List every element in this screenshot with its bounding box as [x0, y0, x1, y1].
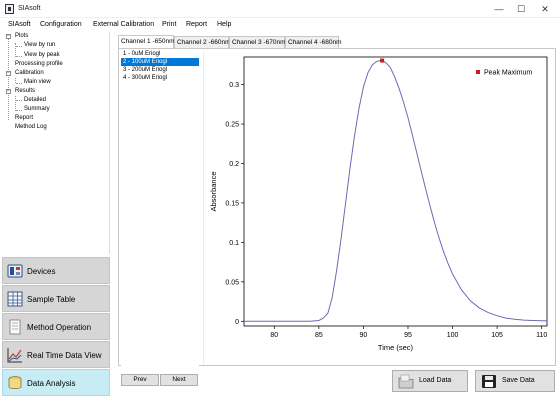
- table-icon: [7, 291, 23, 307]
- tree-item-view-by-peak[interactable]: View by peak: [24, 52, 60, 58]
- prev-button[interactable]: Prev: [121, 374, 159, 386]
- window-title: SIAsoft: [18, 5, 41, 12]
- title-bar: SIAsoft — ☐ ✕: [0, 0, 560, 18]
- sample-list-item[interactable]: 3 - 200uM Eriogl: [121, 66, 199, 74]
- navigation-tree: − Plots View by run View by peak Process…: [2, 32, 110, 254]
- tree-item-results[interactable]: Results: [15, 88, 35, 94]
- tree-connector: [16, 46, 22, 47]
- y-tick-label: 0.1: [229, 240, 239, 247]
- peak-maximum-marker: [380, 58, 385, 63]
- y-tick-label: 0.3: [229, 82, 239, 89]
- app-logo-icon: [5, 4, 14, 14]
- chart-ticks: 80 85 90 95 100 105 110 0 0.05 0.1 0.15 0.2 0.25 0.3: [225, 82, 547, 339]
- nav-method-operation-label: Method Operation: [27, 323, 92, 332]
- sample-list-item[interactable]: 2 - 100uM Eriogl: [121, 58, 199, 66]
- x-tick-label: 85: [315, 332, 323, 339]
- close-button[interactable]: ✕: [534, 2, 556, 16]
- save-disk-icon: [482, 375, 496, 388]
- bottom-toolbar: Prev Next Load Data Save Data: [114, 366, 560, 400]
- tree-connector: [16, 56, 22, 57]
- tree-item-plots[interactable]: Plots: [15, 33, 28, 39]
- tree-item-processing-profile[interactable]: Processing profile: [15, 61, 63, 67]
- menu-bar: SIAsoft Configuration External Calibrati…: [0, 18, 560, 32]
- sample-list-item[interactable]: 4 - 300uM Eriogl: [121, 74, 199, 82]
- menu-external-calibration[interactable]: External Calibration: [93, 21, 154, 28]
- sample-list[interactable]: 1 - 0uM Eriogl 2 - 100uM Eriogl 3 - 200u…: [121, 50, 199, 366]
- legend-peak-label: Peak Maximum: [484, 70, 532, 77]
- tree-connector: [16, 100, 22, 101]
- method-document-icon: [9, 319, 21, 335]
- nav-sample-table-button[interactable]: Sample Table: [2, 285, 110, 312]
- tab-channel-3[interactable]: Channel 3 -670nm: [229, 36, 285, 48]
- next-button[interactable]: Next: [160, 374, 198, 386]
- tree-collapse-plots-icon[interactable]: −: [6, 34, 11, 39]
- legend-peak-marker: [476, 70, 480, 74]
- x-tick-label: 80: [270, 332, 278, 339]
- nav-method-operation-button[interactable]: Method Operation: [2, 313, 110, 340]
- nav-data-analysis-button[interactable]: Data Analysis: [2, 369, 110, 396]
- y-tick-label: 0.05: [225, 279, 239, 286]
- nav-data-analysis-label: Data Analysis: [27, 379, 76, 388]
- load-folder-icon: [398, 374, 414, 389]
- y-tick-label: 0.25: [225, 122, 239, 129]
- x-tick-label: 105: [491, 332, 503, 339]
- minimize-button[interactable]: —: [488, 2, 510, 16]
- x-tick-label: 95: [404, 332, 412, 339]
- absorbance-chart[interactable]: 80 85 90 95 100 105 110 0 0.05 0.1 0.15 0.2 0.25 0.3 …: [203, 52, 553, 364]
- tree-item-report[interactable]: Report: [15, 115, 33, 121]
- y-tick-label: 0: [235, 319, 239, 326]
- save-data-label: Save Data: [502, 377, 535, 384]
- tree-collapse-results-icon[interactable]: −: [6, 89, 11, 94]
- x-tick-label: 100: [447, 332, 459, 339]
- menu-configuration[interactable]: Configuration: [40, 21, 82, 28]
- tree-item-calibration[interactable]: Calibration: [15, 70, 44, 76]
- load-data-button[interactable]: Load Data: [392, 370, 468, 392]
- tree-connector: [15, 96, 16, 111]
- tree-collapse-calibration-icon[interactable]: −: [6, 71, 11, 76]
- tab-channel-1[interactable]: Channel 1 -650nm: [118, 35, 174, 48]
- y-tick-label: 0.15: [225, 200, 239, 207]
- menu-report[interactable]: Report: [186, 21, 207, 28]
- tree-item-detailed[interactable]: Detailed: [24, 97, 46, 103]
- menu-help[interactable]: Help: [217, 21, 231, 28]
- tab-channel-4[interactable]: Channel 4 -680nm: [285, 36, 341, 48]
- y-axis-label: Absorbance: [209, 171, 218, 211]
- y-tick-label: 0.2: [229, 161, 239, 168]
- load-data-label: Load Data: [419, 377, 452, 384]
- nav-devices-button[interactable]: Devices: [2, 257, 110, 284]
- x-axis-label: Time (sec): [378, 343, 414, 352]
- x-tick-label: 110: [536, 332, 547, 339]
- line-chart-icon: [7, 348, 22, 363]
- tree-item-method-log[interactable]: Method Log: [15, 124, 47, 130]
- data-analysis-icon: [8, 376, 22, 389]
- tree-item-summary[interactable]: Summary: [24, 106, 50, 112]
- plot-area-frame: [243, 56, 548, 327]
- devices-icon: [7, 264, 23, 278]
- absorbance-series-line: [244, 59, 548, 322]
- maximize-button[interactable]: ☐: [510, 2, 532, 16]
- chart-axes: [243, 56, 548, 327]
- save-data-button[interactable]: Save Data: [475, 370, 555, 392]
- tree-item-main-view[interactable]: Main view: [24, 79, 51, 85]
- sample-list-item[interactable]: 1 - 0uM Eriogl: [121, 50, 199, 58]
- nav-devices-label: Devices: [27, 267, 56, 276]
- nav-real-time-button[interactable]: Real Time Data View: [2, 341, 110, 368]
- chart-series: [244, 58, 548, 322]
- tab-channel-2[interactable]: Channel 2 -660nm: [174, 36, 230, 48]
- tree-connector: [8, 38, 9, 120]
- menu-print[interactable]: Print: [162, 21, 176, 28]
- nav-sample-table-label: Sample Table: [27, 295, 76, 304]
- menu-siasoft[interactable]: SIAsoft: [8, 21, 31, 28]
- x-tick-label: 90: [360, 332, 368, 339]
- nav-real-time-label: Real Time Data View: [27, 351, 102, 360]
- tree-item-view-by-run[interactable]: View by run: [24, 42, 55, 48]
- tree-connector: [16, 83, 22, 84]
- tree-connector: [16, 110, 22, 111]
- chart-canvas: 80 85 90 95 100 105 11000.050.10.150.20.250.3 …: [209, 56, 548, 352]
